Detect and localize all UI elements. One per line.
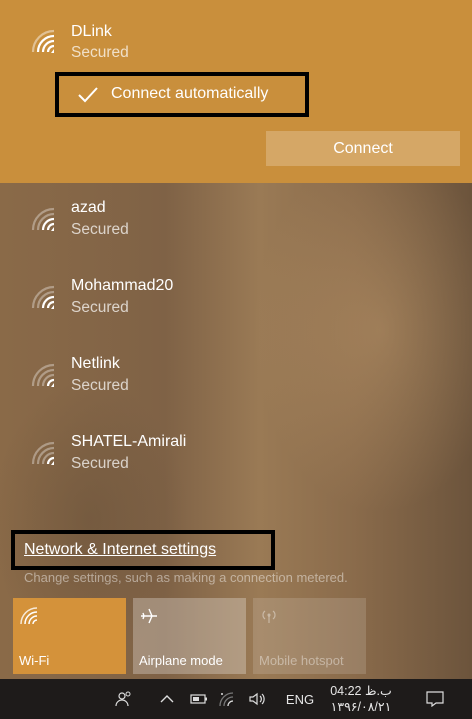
action-center-icon[interactable] (420, 679, 450, 719)
hotspot-tile-label: Mobile hotspot (259, 653, 344, 668)
selected-network[interactable]: DLink Secured Connect automatically Conn… (0, 0, 472, 183)
wifi-signal-icon (31, 363, 55, 387)
connect-automatically-checkbox[interactable]: Connect automatically (55, 72, 309, 117)
network-item[interactable]: SHATEL-Amirali Secured (0, 424, 472, 502)
wifi-signal-icon (31, 29, 55, 53)
wifi-signal-icon (31, 441, 55, 465)
network-flyout: DLink Secured Connect automatically Conn… (0, 0, 472, 719)
connect-button[interactable]: Connect (266, 131, 460, 166)
network-status: Secured (71, 44, 129, 61)
chevron-up-icon[interactable] (156, 679, 178, 719)
wifi-signal-icon (31, 285, 55, 309)
airplane-icon (141, 608, 157, 624)
network-name: azad (71, 199, 106, 216)
network-status: Secured (71, 455, 129, 472)
mobile-hotspot-tile[interactable]: Mobile hotspot (253, 598, 366, 674)
mobile-hotspot-icon (262, 610, 276, 623)
network-status: Secured (71, 221, 129, 238)
people-icon[interactable] (112, 679, 136, 719)
network-name: SHATEL-Amirali (71, 433, 187, 450)
battery-icon[interactable] (188, 679, 210, 719)
wifi-tile-label: Wi-Fi (19, 653, 50, 668)
network-item[interactable]: Mohammad20 Secured (0, 268, 472, 346)
settings-description: Change settings, such as making a connec… (24, 570, 348, 585)
airplane-mode-tile[interactable]: Airplane mode (133, 598, 246, 674)
checkmark-icon (78, 87, 98, 103)
network-name: Mohammad20 (71, 277, 174, 294)
network-status: Secured (71, 377, 129, 394)
clock[interactable]: 04:22 ب.ظ ۱۳۹۶/۰۸/۲۱ (326, 683, 396, 715)
clock-date: ۱۳۹۶/۰۸/۲۱ (330, 700, 392, 714)
connect-automatically-label: Connect automatically (111, 85, 269, 102)
network-settings-link[interactable]: Network & Internet settings (24, 541, 216, 559)
network-name: Netlink (71, 355, 120, 372)
wifi-signal-icon (20, 607, 38, 625)
airplane-tile-label: Airplane mode (139, 653, 223, 668)
network-status: Secured (71, 299, 129, 316)
network-item[interactable]: azad Secured (0, 190, 472, 268)
network-item[interactable]: Netlink Secured (0, 346, 472, 424)
language-indicator[interactable]: ENG (280, 679, 320, 719)
wifi-toggle-tile[interactable]: Wi-Fi (13, 598, 126, 674)
taskbar: ENG 04:22 ب.ظ ۱۳۹۶/۰۸/۲۱ (0, 679, 472, 719)
clock-time: 04:22 ب.ظ (330, 684, 392, 698)
wifi-signal-icon (31, 207, 55, 231)
wifi-signal-icon[interactable] (215, 679, 239, 719)
volume-icon[interactable] (246, 679, 270, 719)
network-name: DLink (71, 23, 112, 40)
